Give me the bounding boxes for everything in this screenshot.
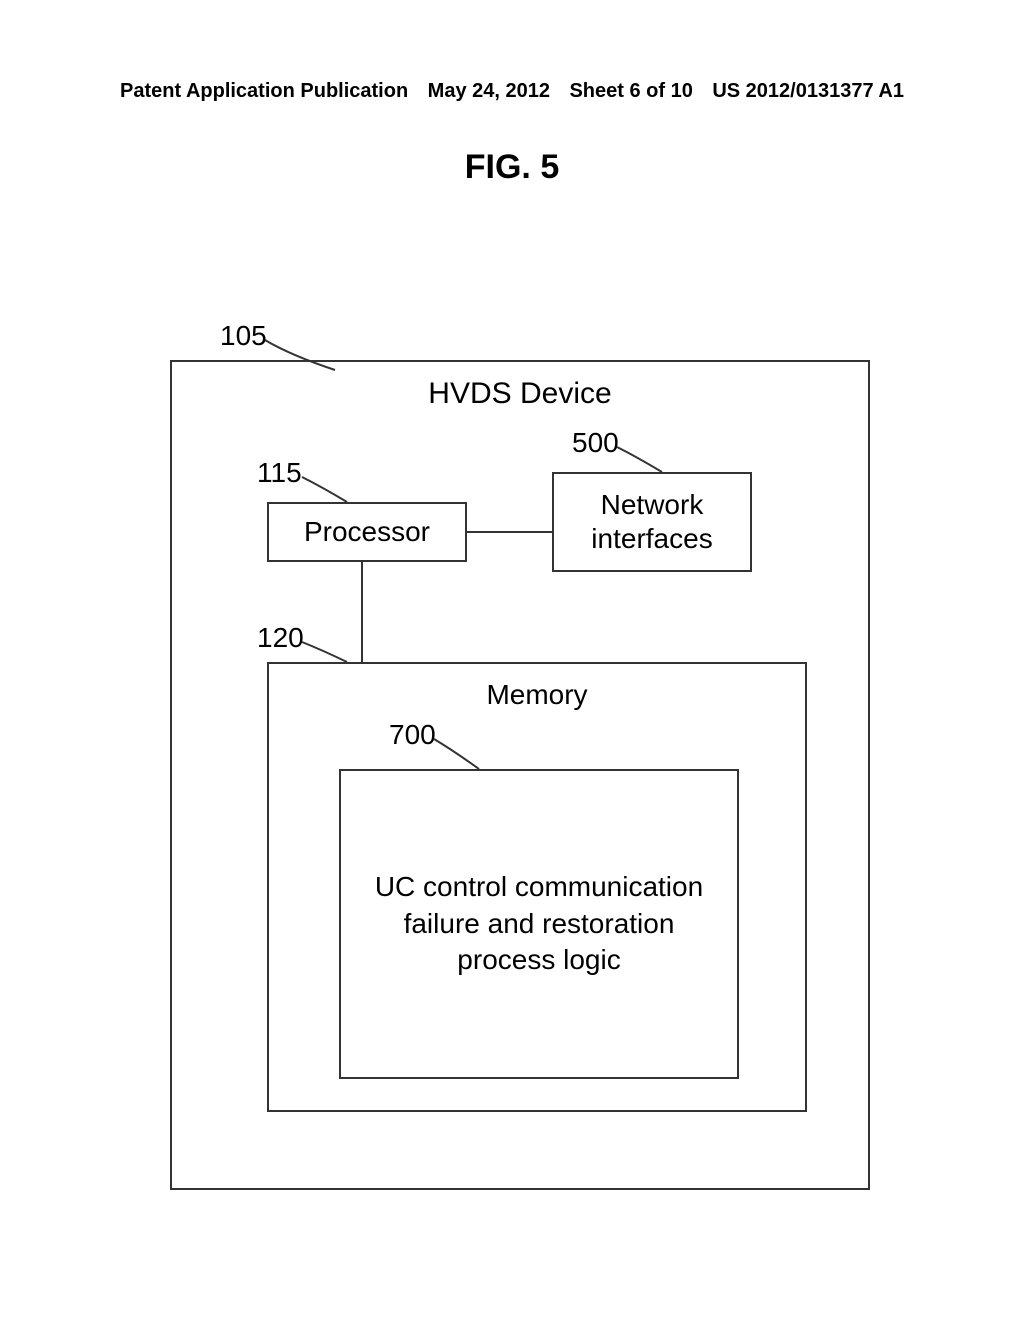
- connector-processor-network: [467, 530, 557, 540]
- ref-label-105: 105: [220, 320, 267, 352]
- ref-label-500: 500: [572, 427, 619, 459]
- diagram: 105 HVDS Device 115 Processor 500 Networ…: [170, 360, 890, 1210]
- ref-label-120: 120: [257, 622, 304, 654]
- leader-line-700: [434, 729, 494, 774]
- memory-label: Memory: [269, 679, 805, 711]
- network-interfaces-box: Network interfaces: [552, 472, 752, 572]
- processor-label: Processor: [304, 516, 430, 548]
- page-header: Patent Application Publication May 24, 2…: [0, 80, 1024, 103]
- sheet-label: Sheet 6 of 10: [569, 80, 692, 103]
- uc-logic-box: UC control communication failure and res…: [339, 769, 739, 1079]
- hvds-device-title: HVDS Device: [172, 377, 868, 411]
- network-label: Network interfaces: [554, 488, 750, 555]
- ref-label-115: 115: [257, 457, 302, 489]
- memory-box: Memory 700 UC control communication fail…: [267, 662, 807, 1112]
- processor-box: Processor: [267, 502, 467, 562]
- date-label: May 24, 2012: [428, 80, 550, 103]
- leader-line-115: [302, 467, 362, 507]
- publication-label: Patent Application Publication: [120, 80, 408, 103]
- patent-number: US 2012/0131377 A1: [712, 80, 904, 103]
- figure-title: FIG. 5: [465, 148, 559, 187]
- uc-logic-label: UC control communication failure and res…: [371, 869, 707, 978]
- hvds-device-box: HVDS Device 115 Processor 500 Network in…: [170, 360, 870, 1190]
- ref-label-700: 700: [389, 719, 436, 751]
- leader-line-500: [617, 437, 677, 477]
